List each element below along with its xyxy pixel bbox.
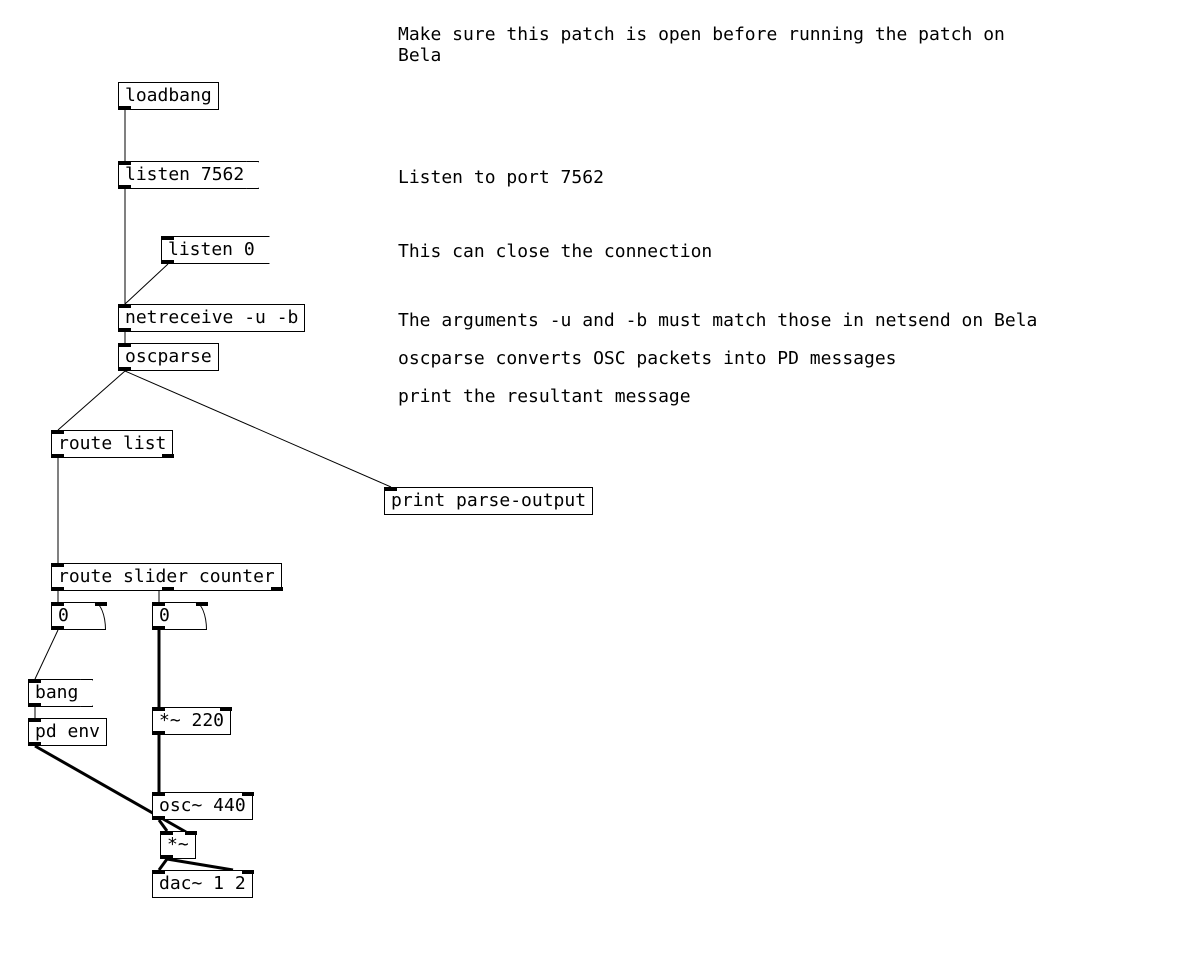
object-print-parse-output[interactable]: print parse-output — [384, 487, 593, 515]
inlet-port — [385, 487, 397, 491]
object-oscparse[interactable]: oscparse — [118, 343, 219, 371]
inlet-port — [242, 792, 254, 796]
inlet-port — [52, 430, 64, 434]
inlet-port — [153, 870, 165, 874]
number-box-slider[interactable]: 0 — [51, 602, 106, 630]
outlet-port — [29, 703, 41, 707]
inlet-port — [185, 831, 197, 835]
object-route-list[interactable]: route list — [51, 430, 173, 458]
outlet-port — [162, 587, 174, 591]
outlet-port — [153, 731, 165, 735]
object-times-tilde-220[interactable]: *~ 220 — [152, 707, 231, 735]
inlet-port — [161, 831, 173, 835]
outlet-port — [119, 185, 131, 189]
inlet-port — [220, 707, 232, 711]
inlet-port — [52, 563, 64, 567]
comment-oscparse: oscparse converts OSC packets into PD me… — [398, 348, 897, 369]
outlet-port — [153, 816, 165, 820]
inlet-port — [153, 602, 165, 606]
outlet-port — [29, 742, 41, 746]
comment-netrecv: The arguments -u and -b must match those… — [398, 310, 1037, 331]
outlet-port — [52, 587, 64, 591]
inlet-port — [162, 236, 174, 240]
subpatch-pd-env[interactable]: pd env — [28, 718, 107, 746]
outlet-port — [271, 587, 283, 591]
inlet-port — [153, 792, 165, 796]
inlet-port — [119, 343, 131, 347]
object-netreceive[interactable]: netreceive -u -b — [118, 304, 305, 332]
number-box-counter[interactable]: 0 — [152, 602, 207, 630]
inlet-port — [119, 161, 131, 165]
inlet-port — [29, 718, 41, 722]
comment-close: This can close the connection — [398, 241, 712, 262]
inlet-port — [119, 304, 131, 308]
outlet-port — [153, 626, 165, 630]
object-osc-tilde-440[interactable]: osc~ 440 — [152, 792, 253, 820]
object-dac-tilde[interactable]: dac~ 1 2 — [152, 870, 253, 898]
object-times-tilde[interactable]: *~ — [160, 831, 196, 859]
inlet-port — [95, 602, 107, 606]
outlet-port — [52, 626, 64, 630]
inlet-port — [153, 707, 165, 711]
message-listen-7562[interactable]: listen 7562 — [118, 161, 258, 189]
inlet-port — [242, 870, 254, 874]
comment-listen: Listen to port 7562 — [398, 167, 604, 188]
object-route-slider-counter[interactable]: route slider counter — [51, 563, 282, 591]
inlet-port — [29, 679, 41, 683]
comment-intro: Make sure this patch is open before runn… — [398, 24, 1005, 66]
outlet-port — [52, 454, 64, 458]
inlet-port — [196, 602, 208, 606]
comment-print: print the resultant message — [398, 386, 691, 407]
outlet-port — [162, 260, 174, 264]
message-bang[interactable]: bang — [28, 679, 92, 707]
object-loadbang[interactable]: loadbang — [118, 82, 219, 110]
outlet-port — [162, 454, 174, 458]
outlet-port — [119, 106, 131, 110]
outlet-port — [161, 855, 173, 859]
outlet-port — [119, 367, 131, 371]
message-listen-0[interactable]: listen 0 — [161, 236, 269, 264]
outlet-port — [119, 328, 131, 332]
inlet-port — [52, 602, 64, 606]
